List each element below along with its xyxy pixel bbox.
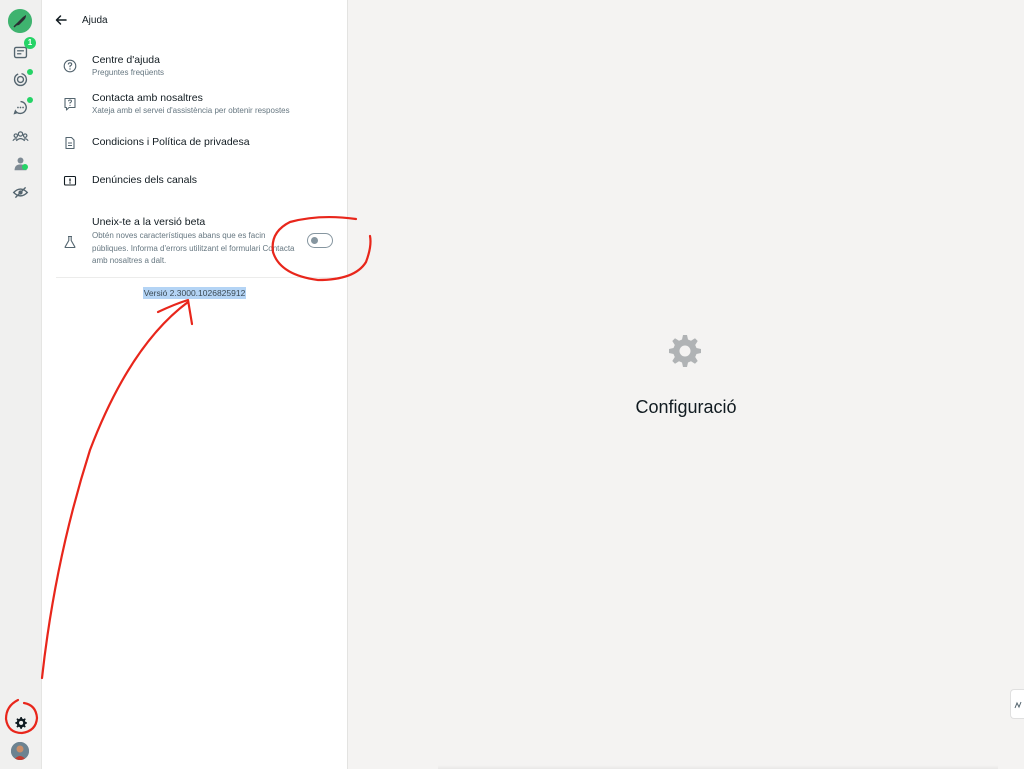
eye-off-icon xyxy=(12,186,28,198)
privacy-button[interactable] xyxy=(9,181,31,203)
communities-button[interactable] xyxy=(9,125,31,147)
main-area: Configuració xyxy=(348,0,1024,769)
app-logo[interactable] xyxy=(8,9,32,33)
main-title: Configuració xyxy=(635,397,737,417)
item-title: Denúncies dels canals xyxy=(92,174,198,186)
item-title: Contacta amb nosaltres xyxy=(92,92,203,104)
rocket-icon xyxy=(8,9,32,33)
profile-contact-button[interactable] xyxy=(9,152,31,174)
gear-icon xyxy=(669,335,701,367)
unread-badge: 1 xyxy=(24,37,36,49)
communities-icon xyxy=(11,130,29,141)
status-dot xyxy=(27,69,33,75)
help-panel: Ajuda Centre d'ajuda Preguntes freqüents… xyxy=(42,0,348,769)
page-title: Ajuda xyxy=(82,15,108,26)
status-icon xyxy=(13,72,27,86)
help-center-item[interactable]: Centre d'ajuda Preguntes freqüents xyxy=(56,50,336,82)
report-icon xyxy=(62,173,77,188)
beta-description: Obtén noves característiques abans que e… xyxy=(92,231,295,265)
question-circle-icon xyxy=(62,58,77,73)
toggle-knob xyxy=(311,237,318,244)
avatar-photo xyxy=(11,742,29,760)
item-subtitle: Preguntes freqüents xyxy=(92,68,165,77)
flask-icon xyxy=(62,234,77,249)
channels-dot xyxy=(27,97,33,103)
terms-privacy-item[interactable]: Condicions i Política de privadesa xyxy=(56,130,336,156)
panel-header: Ajuda xyxy=(42,0,347,42)
bottom-shadow xyxy=(438,765,998,769)
channel-reports-item[interactable]: Denúncies dels canals xyxy=(56,168,336,194)
beta-toggle[interactable] xyxy=(307,233,333,248)
item-title: Centre d'ajuda xyxy=(92,54,160,66)
document-icon xyxy=(62,135,77,150)
gear-icon xyxy=(14,716,27,729)
settings-button[interactable] xyxy=(9,711,31,733)
question-box-icon xyxy=(62,96,77,111)
chart-icon xyxy=(1014,701,1022,709)
version-text: Versió 2.3000.1026825912 xyxy=(142,287,247,299)
item-subtitle: Xateja amb el servei d'assistència per o… xyxy=(92,106,290,115)
left-rail: 1 xyxy=(0,0,42,769)
item-title: Condicions i Política de privadesa xyxy=(92,136,250,148)
version-row: Versió 2.3000.1026825912 xyxy=(42,283,347,301)
contact-us-item[interactable]: Contacta amb nosaltres Xateja amb el ser… xyxy=(56,88,336,120)
beta-title: Uneix-te a la versió beta xyxy=(92,216,206,228)
divider xyxy=(56,277,336,278)
channels-icon xyxy=(12,100,27,115)
back-arrow-icon[interactable] xyxy=(53,12,69,28)
contact-dot xyxy=(22,164,28,170)
avatar[interactable] xyxy=(11,742,29,760)
side-panel-tab[interactable] xyxy=(1010,689,1024,719)
